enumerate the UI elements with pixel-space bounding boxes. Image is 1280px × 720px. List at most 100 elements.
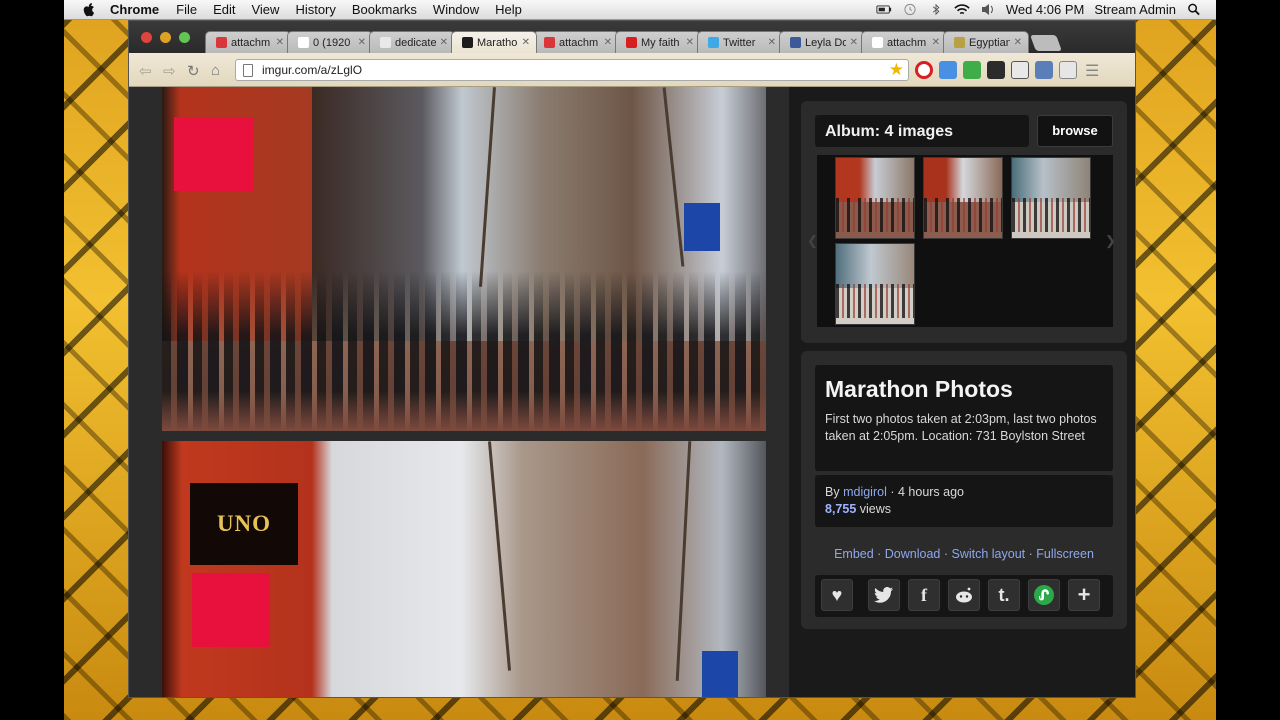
imgur-page: UNO Album: 4 images browse ❮ ❯ Marathon … [129, 87, 1135, 697]
menu-view[interactable]: View [251, 2, 279, 17]
view-count: 8,755 views [825, 502, 891, 516]
tree-trunk [479, 87, 496, 287]
thumbnail-1[interactable] [835, 157, 915, 239]
browser-tab[interactable]: Maratho ✕ [451, 31, 537, 53]
extension-translate-icon[interactable] [939, 61, 957, 79]
tab-list: attachm ✕ 0 (1920 ✕ dedicate ✕ Maratho ✕ attachm… [205, 31, 1062, 53]
menu-history[interactable]: History [295, 2, 335, 17]
uno-sign-text: UNO [216, 511, 272, 536]
byline-prefix: By [825, 485, 840, 499]
album-photo-2[interactable]: UNO [162, 441, 766, 697]
tab-favicon-icon [216, 37, 227, 48]
album-photo-1[interactable] [162, 87, 766, 431]
browser-tab[interactable]: dedicate ✕ [369, 31, 455, 53]
album-panel: Album: 4 images browse ❮ ❯ [801, 101, 1127, 343]
switch-layout-link[interactable]: Switch layout [951, 547, 1025, 561]
browser-tab[interactable]: attachm ✕ [533, 31, 619, 53]
tab-close-icon[interactable]: ✕ [440, 37, 448, 48]
menu-window[interactable]: Window [433, 2, 479, 17]
tumblr-icon[interactable]: t. [988, 579, 1020, 611]
menu-app-chrome[interactable]: Chrome [110, 2, 159, 17]
address-bar[interactable]: imgur.com/a/zLglO ★ [235, 59, 909, 81]
back-arrow-icon[interactable]: ⇦ [139, 62, 152, 80]
extension-stop-icon[interactable] [915, 61, 933, 79]
crowd [162, 271, 766, 431]
browser-tab[interactable]: My faith ✕ [615, 31, 701, 53]
extension-grid-icon[interactable] [1035, 61, 1053, 79]
apple-icon[interactable] [82, 2, 96, 17]
blue-banner [684, 203, 720, 251]
heart-icon[interactable]: ♥ [821, 579, 853, 611]
thumbnail-3[interactable] [1011, 157, 1091, 239]
menu-bookmarks[interactable]: Bookmarks [352, 2, 417, 17]
menu-edit[interactable]: Edit [213, 2, 235, 17]
menu-hamburger-icon[interactable]: ☰ [1085, 61, 1103, 80]
battery-icon[interactable] [876, 3, 892, 16]
browser-tab[interactable]: Egyptian ✕ [943, 31, 1029, 53]
tab-favicon-icon [872, 37, 883, 48]
thumbnail-4[interactable] [835, 243, 915, 325]
tab-close-icon[interactable]: ✕ [358, 37, 366, 48]
twitter-icon[interactable] [868, 579, 900, 611]
tab-close-icon[interactable]: ✕ [522, 37, 530, 48]
extension-layers-icon[interactable] [987, 61, 1005, 79]
extension-pocket-icon[interactable] [1059, 61, 1077, 79]
home-icon[interactable]: ⌂ [211, 62, 220, 79]
album-title: Marathon Photos [825, 376, 1013, 402]
tab-close-icon[interactable]: ✕ [1014, 37, 1022, 48]
reload-icon[interactable]: ↻ [187, 62, 200, 80]
view-count-number: 8,755 [825, 502, 857, 516]
extension-window-icon[interactable] [1011, 61, 1029, 79]
download-link[interactable]: Download [885, 547, 941, 561]
tab-favicon-icon [626, 37, 637, 48]
browser-tab[interactable]: 0 (1920 ✕ [287, 31, 373, 53]
menubar-clock[interactable]: Wed 4:06 PM [1006, 2, 1085, 17]
bluetooth-icon[interactable] [928, 3, 944, 16]
tab-favicon-icon [790, 37, 801, 48]
window-close-button[interactable] [141, 32, 152, 43]
tab-close-icon[interactable]: ✕ [768, 37, 776, 48]
thumbs-prev-icon[interactable]: ❮ [807, 233, 818, 249]
thumbnail-2[interactable] [923, 157, 1003, 239]
plus-icon[interactable]: + [1068, 579, 1100, 611]
stumbleupon-icon[interactable] [1028, 579, 1060, 611]
window-zoom-button[interactable] [179, 32, 190, 43]
bookmark-star-icon[interactable]: ★ [889, 60, 904, 80]
volume-icon[interactable] [980, 3, 996, 16]
browser-tab[interactable]: Leyla Do ✕ [779, 31, 865, 53]
extension-green-icon[interactable] [963, 61, 981, 79]
new-tab-button[interactable] [1030, 35, 1062, 51]
browser-tab[interactable]: attachm ✕ [861, 31, 947, 53]
browse-button[interactable]: browse [1037, 115, 1113, 147]
tab-favicon-icon [462, 37, 473, 48]
embed-link[interactable]: Embed [834, 547, 874, 561]
red-awning [174, 117, 254, 191]
album-byline: By mdigirol · 4 hours ago [825, 485, 964, 499]
album-description: First two photos taken at 2:03pm, last t… [825, 412, 1097, 443]
author-link[interactable]: mdigirol [843, 485, 887, 499]
browser-tab[interactable]: attachm ✕ [205, 31, 291, 53]
tab-close-icon[interactable]: ✕ [850, 37, 858, 48]
thumbs-next-icon[interactable]: ❯ [1105, 233, 1116, 249]
tab-favicon-icon [954, 37, 965, 48]
tab-title: attachm [559, 36, 599, 49]
wifi-icon[interactable] [954, 3, 970, 16]
window-minimize-button[interactable] [160, 32, 171, 43]
menu-file[interactable]: File [176, 2, 197, 17]
menubar-user[interactable]: Stream Admin [1094, 2, 1176, 17]
menu-help[interactable]: Help [495, 2, 522, 17]
tab-close-icon[interactable]: ✕ [604, 37, 612, 48]
fullscreen-link[interactable]: Fullscreen [1036, 547, 1094, 561]
tab-close-icon[interactable]: ✕ [276, 37, 284, 48]
spotlight-search-icon[interactable] [1186, 3, 1202, 16]
facebook-icon[interactable]: f [908, 579, 940, 611]
tab-close-icon[interactable]: ✕ [686, 37, 694, 48]
reddit-icon[interactable] [948, 579, 980, 611]
photo-gallery: UNO [129, 87, 769, 697]
browser-tab[interactable]: Twitter ✕ [697, 31, 783, 53]
tab-close-icon[interactable]: ✕ [932, 37, 940, 48]
tab-strip: attachm ✕ 0 (1920 ✕ dedicate ✕ Maratho ✕ attachm… [129, 21, 1135, 53]
post-time: 4 hours ago [897, 485, 965, 499]
forward-arrow-icon[interactable]: ⇨ [163, 62, 176, 80]
time-machine-icon[interactable] [902, 3, 918, 16]
